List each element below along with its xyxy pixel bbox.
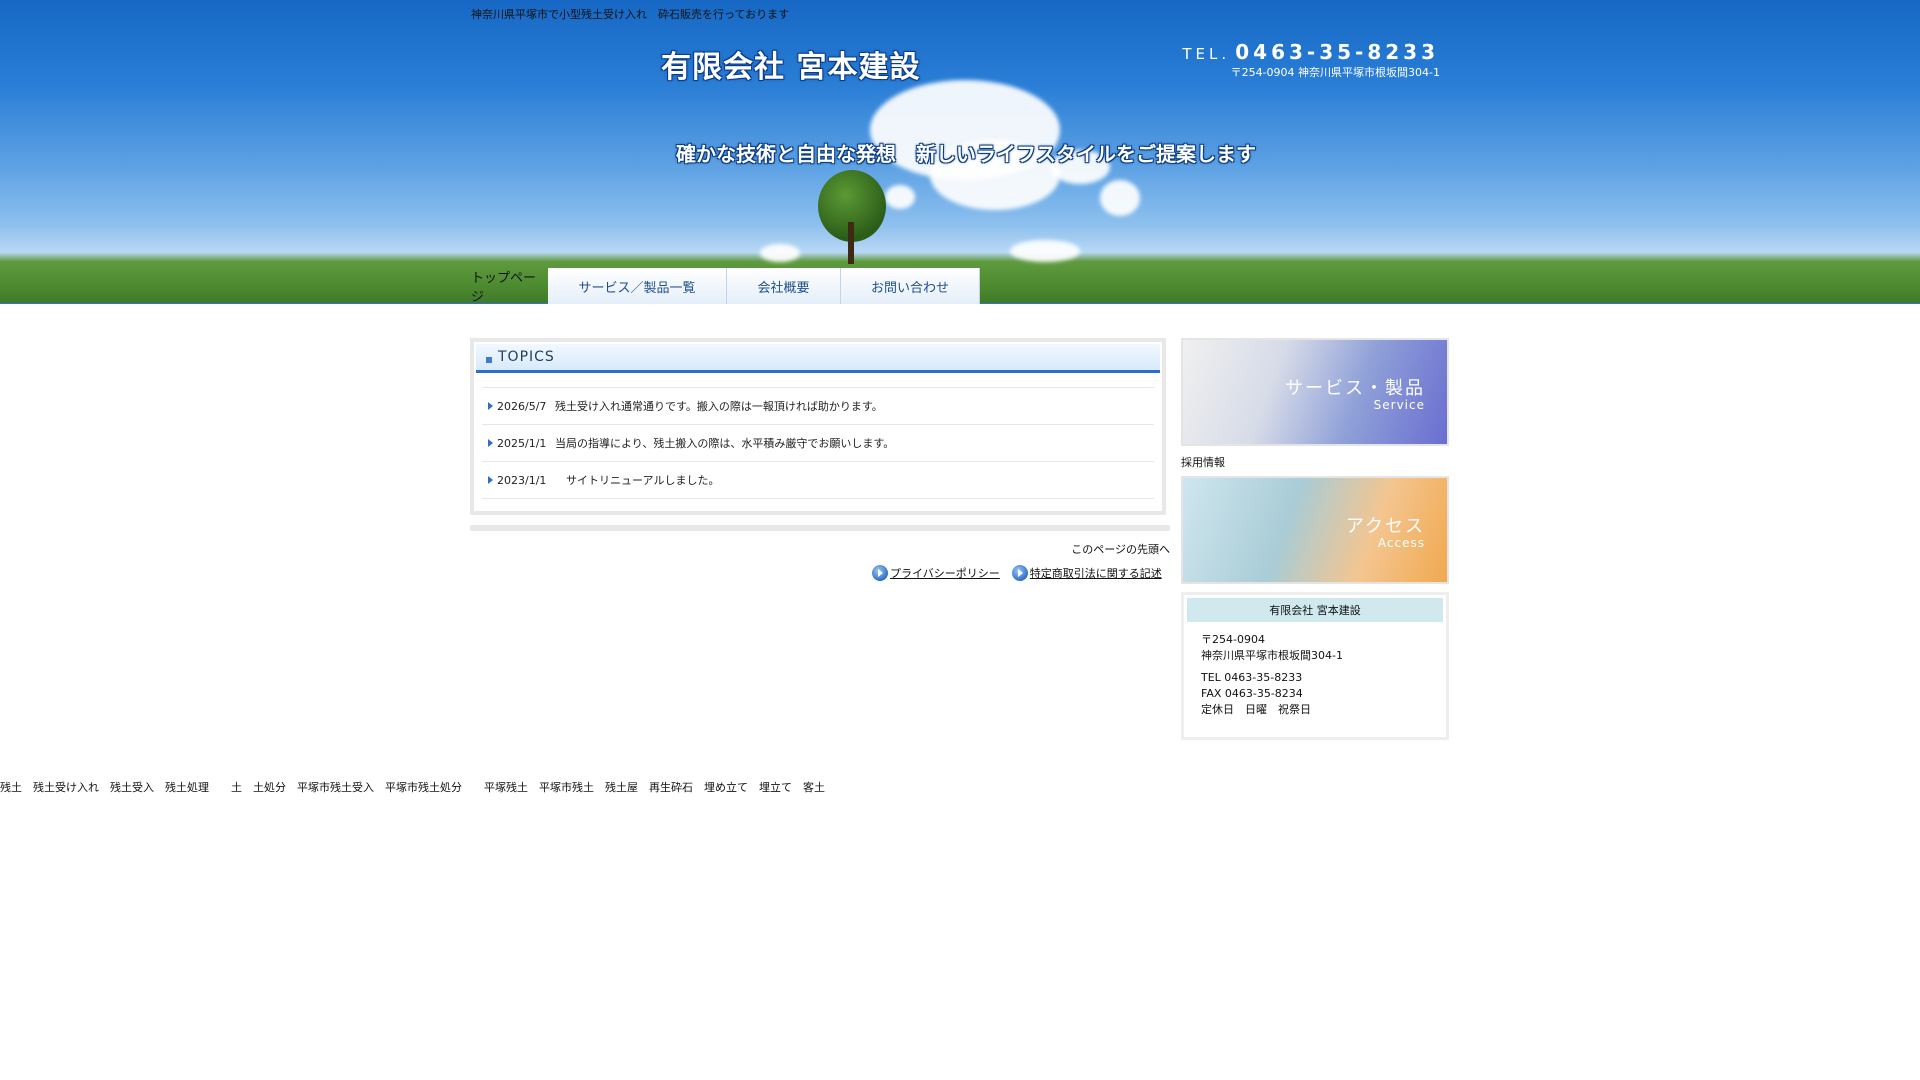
topic-date: 2023/1/1 <box>497 473 547 487</box>
header-tagline: 神奈川県平塚市で小型残土受け入れ 砕石販売を行っております <box>471 8 790 21</box>
privacy-policy-label: プライバシーポリシー <box>890 567 1000 580</box>
cloud <box>885 185 915 209</box>
site-logo[interactable]: 有限会社 宮本建設 <box>661 42 920 86</box>
tel-number: 0463-35-8233 <box>1235 40 1439 64</box>
tokushoho-label: 特定商取引法に関する記述 <box>1029 567 1162 580</box>
square-bullet-icon <box>486 357 492 363</box>
arrow-right-icon <box>488 476 493 484</box>
nav-services[interactable]: サービス／製品一覧 <box>548 268 727 304</box>
main-content: TOPICS 2026/5/7 残土受け入れ通常通りです。搬入の際は一報頂ければ… <box>470 338 1170 557</box>
tokushoho-link[interactable]: 特定商取引法に関する記述 <box>1011 565 1162 581</box>
topics-list: 2026/5/7 残土受け入れ通常通りです。搬入の際は一報頂ければ助かります。 … <box>482 387 1154 499</box>
cloud <box>1100 180 1140 216</box>
company-address: 神奈川県平塚市根坂間304-1 <box>1201 649 1343 662</box>
topic-date: 2025/1/1 <box>497 436 547 450</box>
tree-trunk <box>848 222 854 264</box>
arrow-right-icon <box>488 439 493 447</box>
nav-contact[interactable]: お問い合わせ <box>841 268 980 304</box>
cloud <box>760 244 800 262</box>
company-name: 有限会社 宮本建設 <box>1187 598 1443 622</box>
company-fax: FAX 0463-35-8234 <box>1201 687 1303 700</box>
topic-text: 残土受け入れ通常通りです。搬入の際は一報頂ければ助かります。 <box>555 400 883 413</box>
company-details: 〒254-0904 神奈川県平塚市根坂間304-1 TEL 0463-35-82… <box>1187 622 1443 734</box>
topic-text: サイトリニューアルしました。 <box>555 474 720 487</box>
privacy-policy-link[interactable]: プライバシーポリシー <box>872 565 1000 581</box>
recruit-link[interactable]: 採用情報 <box>1181 454 1449 470</box>
topic-item: 2023/1/1 サイトリニューアルしました。 <box>482 462 1154 499</box>
arrow-circle-icon <box>1011 565 1028 581</box>
nav-company[interactable]: 会社概要 <box>727 268 841 304</box>
header-tel: TEL. 0463-35-8233 <box>1182 40 1439 64</box>
access-banner-sub: Access <box>1377 536 1425 550</box>
cloud <box>1010 240 1080 262</box>
nav-home[interactable]: トップページ <box>471 268 548 304</box>
pagetop-link[interactable]: このページの先頭へ <box>470 541 1170 557</box>
company-holiday: 定休日 日曜 祝祭日 <box>1201 703 1311 716</box>
topic-date: 2026/5/7 <box>497 399 547 413</box>
catchphrase: 確かな技術と自由な発想 新しいライフスタイルをご提案します <box>676 142 1256 166</box>
company-info-box: 有限会社 宮本建設 〒254-0904 神奈川県平塚市根坂間304-1 TEL … <box>1181 592 1449 740</box>
section-divider <box>470 525 1170 531</box>
service-banner-title: サービス・製品 <box>1285 378 1425 399</box>
header-banner: 神奈川県平塚市で小型残土受け入れ 砕石販売を行っております 有限会社 宮本建設 … <box>0 0 1920 304</box>
tel-label: TEL. <box>1182 45 1231 63</box>
access-banner[interactable]: アクセス Access <box>1181 476 1449 584</box>
service-banner-sub: Service <box>1373 398 1425 412</box>
arrow-right-icon <box>488 402 493 410</box>
service-banner[interactable]: サービス・製品 Service <box>1181 338 1449 446</box>
global-nav: トップページ サービス／製品一覧 会社概要 お問い合わせ <box>471 268 980 304</box>
seo-keywords: 残土 残土受け入れ 残土受入 残土処理 土 土処分 平塚市残土受入 平塚市残土処… <box>0 781 825 794</box>
topic-item: 2025/1/1 当局の指導により、残土搬入の際は、水平積み厳守でお願いします。 <box>482 425 1154 462</box>
company-postal: 〒254-0904 <box>1201 633 1265 646</box>
pagetop-text[interactable]: このページの先頭へ <box>1071 543 1170 556</box>
arrow-circle-icon <box>872 565 888 581</box>
sidebar: サービス・製品 Service 採用情報 アクセス Access 有限会社 宮本… <box>1181 338 1449 740</box>
footer-links: プライバシーポリシー 特定商取引法に関する記述 <box>872 565 1174 581</box>
header-address: 〒254-0904 神奈川県平塚市根坂間304-1 <box>1230 66 1440 79</box>
topic-text: 当局の指導により、残土搬入の際は、水平積み厳守でお願いします。 <box>555 437 895 450</box>
topics-title: TOPICS <box>498 349 555 365</box>
access-banner-title: アクセス <box>1345 516 1425 537</box>
company-tel: TEL 0463-35-8233 <box>1201 671 1303 684</box>
topics-header: TOPICS <box>476 344 1160 373</box>
topics-box: TOPICS 2026/5/7 残土受け入れ通常通りです。搬入の際は一報頂ければ… <box>470 338 1166 515</box>
topic-item: 2026/5/7 残土受け入れ通常通りです。搬入の際は一報頂ければ助かります。 <box>482 388 1154 425</box>
